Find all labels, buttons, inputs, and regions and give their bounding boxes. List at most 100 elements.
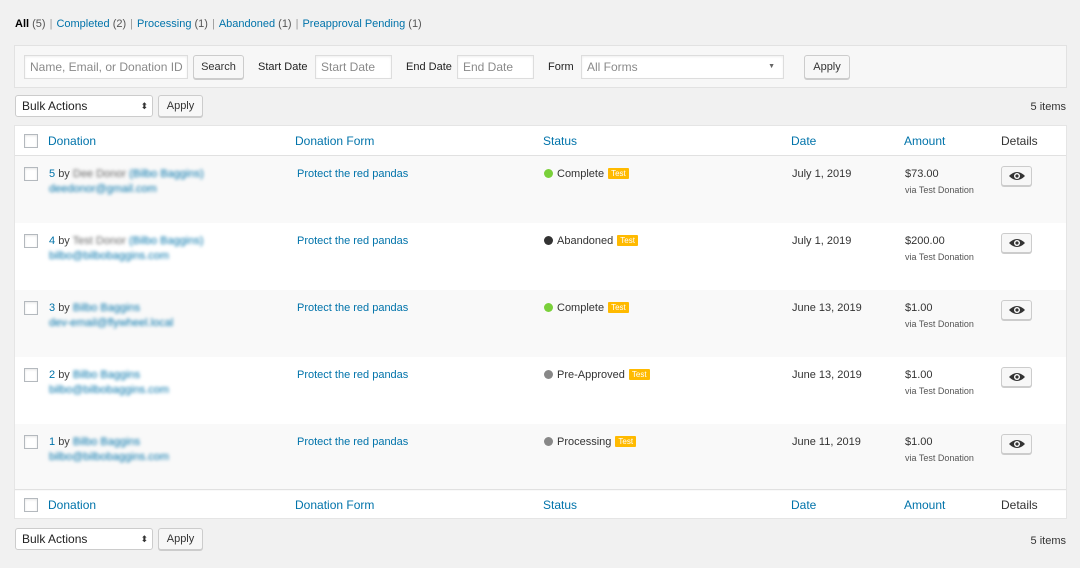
row-checkbox[interactable]	[24, 167, 38, 181]
test-badge: Test	[608, 168, 629, 179]
gateway-note: via Test Donation	[905, 453, 974, 463]
donation-id-link[interactable]: 3	[49, 302, 55, 314]
view-details-button[interactable]	[1001, 434, 1032, 454]
donation-date: July 1, 2019	[792, 168, 852, 180]
donor-email[interactable]: bilbo@bilbobaggins.com	[49, 451, 169, 463]
view-processing[interactable]: Processing	[137, 18, 191, 30]
search-button[interactable]: Search	[193, 55, 244, 79]
donation-id-link[interactable]: 2	[49, 369, 55, 381]
donor-email[interactable]: bilbo@bilbobaggins.com	[49, 384, 169, 396]
test-badge: Test	[628, 369, 650, 380]
donation-form-link[interactable]: Protect the red pandas	[297, 168, 408, 180]
column-donation-footer[interactable]: Donation	[48, 490, 96, 520]
column-status-footer[interactable]: Status	[543, 490, 577, 520]
donor-name[interactable]: Bilbo Baggins	[73, 369, 140, 381]
donation-date: July 1, 2019	[792, 235, 852, 247]
donor-email[interactable]: dev-email@flywheel.local	[49, 317, 173, 329]
view-details-button[interactable]	[1001, 233, 1032, 253]
donation-id-link[interactable]: 5	[49, 168, 55, 180]
separator: |	[295, 18, 299, 30]
donation-date: June 13, 2019	[792, 369, 862, 381]
select-all-checkbox-bottom[interactable]	[24, 498, 38, 512]
gateway-note: via Test Donation	[905, 386, 974, 396]
donation-title: 5 by Dee Donor (Bilbo Baggins)	[49, 168, 204, 180]
donation-id-link[interactable]: 1	[49, 436, 55, 448]
start-date-input[interactable]: Start Date	[315, 55, 392, 79]
donation-form-link[interactable]: Protect the red pandas	[297, 436, 408, 448]
eye-icon	[1009, 440, 1025, 448]
donor-email[interactable]: bilbo@bilbobaggins.com	[49, 250, 169, 262]
donor-email[interactable]: deedonor@gmail.com	[49, 183, 157, 195]
test-badge: Test	[615, 436, 637, 447]
column-donation[interactable]: Donation	[48, 126, 96, 156]
items-count-bottom: 5 items	[1030, 535, 1066, 547]
donation-amount: $1.00	[905, 436, 933, 448]
bulk-apply-button-bottom[interactable]: Apply	[158, 528, 203, 550]
donation-form-link[interactable]: Protect the red pandas	[297, 369, 408, 381]
view-completed[interactable]: Completed	[56, 18, 109, 30]
donation-form-link[interactable]: Protect the red pandas	[297, 302, 408, 314]
form-select[interactable]: All Forms ▼	[581, 55, 784, 79]
donor-name[interactable]: Bilbo Baggins	[73, 436, 140, 448]
donation-title: 4 by Test Donor (Bilbo Baggins)	[49, 235, 204, 247]
bulk-actions-select-bottom[interactable]: Bulk Actions ⬍	[15, 528, 153, 550]
column-amount-footer[interactable]: Amount	[904, 490, 945, 520]
status-dot-icon	[544, 303, 553, 312]
column-date[interactable]: Date	[791, 126, 816, 156]
donation-title: 1 by Bilbo Baggins	[49, 436, 141, 448]
separator: |	[130, 18, 134, 30]
row-checkbox[interactable]	[24, 435, 38, 449]
select-updown-icon: ⬍	[140, 101, 148, 111]
table-row: 5 by Dee Donor (Bilbo Baggins) deedonor@…	[15, 156, 1066, 223]
status: Pre-Approved Test	[544, 369, 650, 381]
view-details-button[interactable]	[1001, 166, 1032, 186]
column-date-footer[interactable]: Date	[791, 490, 816, 520]
view-details-button[interactable]	[1001, 300, 1032, 320]
filter-bar: Name, Email, or Donation ID Search Start…	[14, 45, 1067, 88]
column-donation-form[interactable]: Donation Form	[295, 126, 374, 156]
donor-name[interactable]: Bilbo Baggins	[73, 302, 140, 314]
donation-form-link[interactable]: Protect the red pandas	[297, 235, 408, 247]
table-row: 4 by Test Donor (Bilbo Baggins) bilbo@bi…	[15, 223, 1066, 290]
count-abandoned: (1)	[278, 18, 292, 30]
donation-amount: $1.00	[905, 302, 933, 314]
row-checkbox[interactable]	[24, 234, 38, 248]
column-status[interactable]: Status	[543, 126, 577, 156]
filter-apply-button[interactable]: Apply	[804, 55, 850, 79]
select-updown-icon: ⬍	[140, 534, 148, 544]
view-preapproval-pending[interactable]: Preapproval Pending	[302, 18, 405, 30]
column-donation-form-footer[interactable]: Donation Form	[295, 490, 374, 520]
dropdown-arrow-icon: ▼	[768, 63, 775, 70]
separator: |	[211, 18, 215, 30]
donor-alias[interactable]: (Bilbo Baggins)	[129, 168, 204, 180]
status: Abandoned Test	[544, 235, 638, 247]
view-abandoned[interactable]: Abandoned	[219, 18, 275, 30]
start-date-label: Start Date	[258, 61, 308, 73]
gateway-note: via Test Donation	[905, 252, 974, 262]
status: Processing Test	[544, 436, 637, 448]
donation-date: June 11, 2019	[792, 436, 861, 448]
donation-title: 2 by Bilbo Baggins	[49, 369, 141, 381]
column-amount[interactable]: Amount	[904, 126, 945, 156]
eye-icon	[1009, 373, 1025, 381]
test-badge: Test	[608, 302, 629, 313]
view-details-button[interactable]	[1001, 367, 1032, 387]
row-checkbox[interactable]	[24, 368, 38, 382]
donation-id-link[interactable]: 4	[49, 235, 55, 247]
select-all-checkbox[interactable]	[24, 134, 38, 148]
bulk-actions-label: Bulk Actions	[22, 99, 88, 113]
donation-date: June 13, 2019	[792, 302, 862, 314]
search-input[interactable]: Name, Email, or Donation ID	[24, 55, 188, 79]
view-all[interactable]: All (5)	[15, 18, 46, 30]
donor-alias[interactable]: (Bilbo Baggins)	[129, 235, 204, 247]
row-checkbox[interactable]	[24, 301, 38, 315]
end-date-label: End Date	[406, 61, 452, 73]
donor-name: Test Donor	[72, 235, 126, 247]
form-label: Form	[548, 61, 574, 73]
end-date-input[interactable]: End Date	[457, 55, 534, 79]
status-dot-icon	[544, 236, 553, 245]
bulk-apply-button-top[interactable]: Apply	[158, 95, 203, 117]
bulk-actions-select-top[interactable]: Bulk Actions ⬍	[15, 95, 153, 117]
status: Complete Test	[544, 302, 629, 314]
status-dot-icon	[544, 169, 553, 178]
